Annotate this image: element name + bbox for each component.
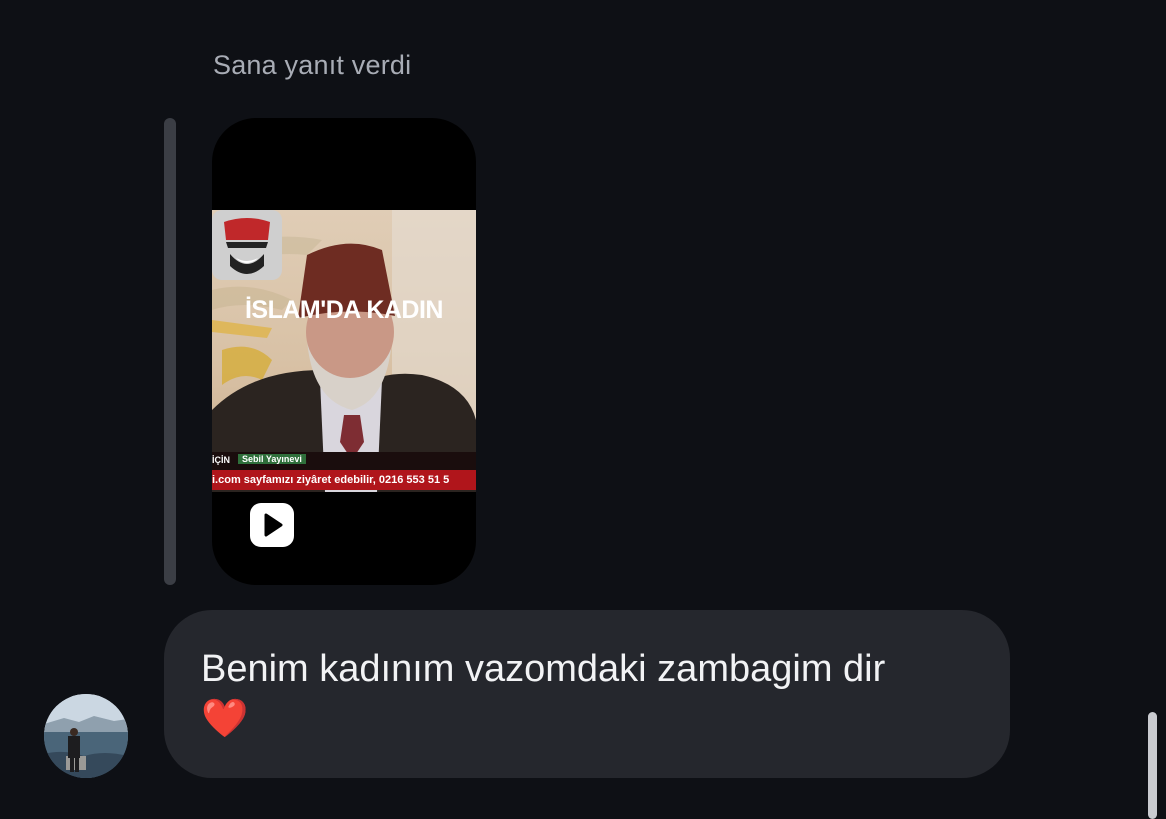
reply-context-label: Sana yanıt verdi — [213, 50, 412, 80]
chat-thread: Sana yanıt verdi İÇİN Sebil Yayınevi i.c… — [0, 0, 1166, 819]
message-text: Benim kadınım vazomdaki zambagim dir — [201, 648, 886, 690]
reel-title: İSLAM'DA KADIN — [244, 296, 444, 324]
scrollbar-thumb[interactable] — [1148, 712, 1157, 819]
reel-thumbnail-image — [212, 210, 476, 492]
channel-logo — [212, 210, 282, 280]
play-icon[interactable] — [250, 503, 294, 547]
shared-reel-preview[interactable]: İÇİN Sebil Yayınevi i.com sayfamızı ziyâ… — [212, 118, 476, 585]
reel-ticker-text: i.com sayfamızı ziyâret edebilir, 0216 5… — [212, 470, 476, 490]
reel-ticker-band: İÇİN Sebil Yayınevi — [212, 452, 476, 470]
ticker-channel: Sebil Yayınevi — [238, 454, 306, 464]
ticker-tag: İÇİN — [212, 455, 230, 465]
message-bubble[interactable]: Benim kadınım vazomdaki zambagim dir ❤️ — [164, 610, 1010, 778]
reel-thumbnail: İÇİN Sebil Yayınevi i.com sayfamızı ziyâ… — [212, 210, 476, 492]
heart-emoji-icon: ❤️ — [201, 698, 249, 740]
play-triangle-icon — [264, 513, 283, 537]
sender-avatar[interactable] — [44, 694, 128, 778]
reply-indicator-bar — [164, 118, 176, 585]
avatar-image — [44, 694, 128, 778]
